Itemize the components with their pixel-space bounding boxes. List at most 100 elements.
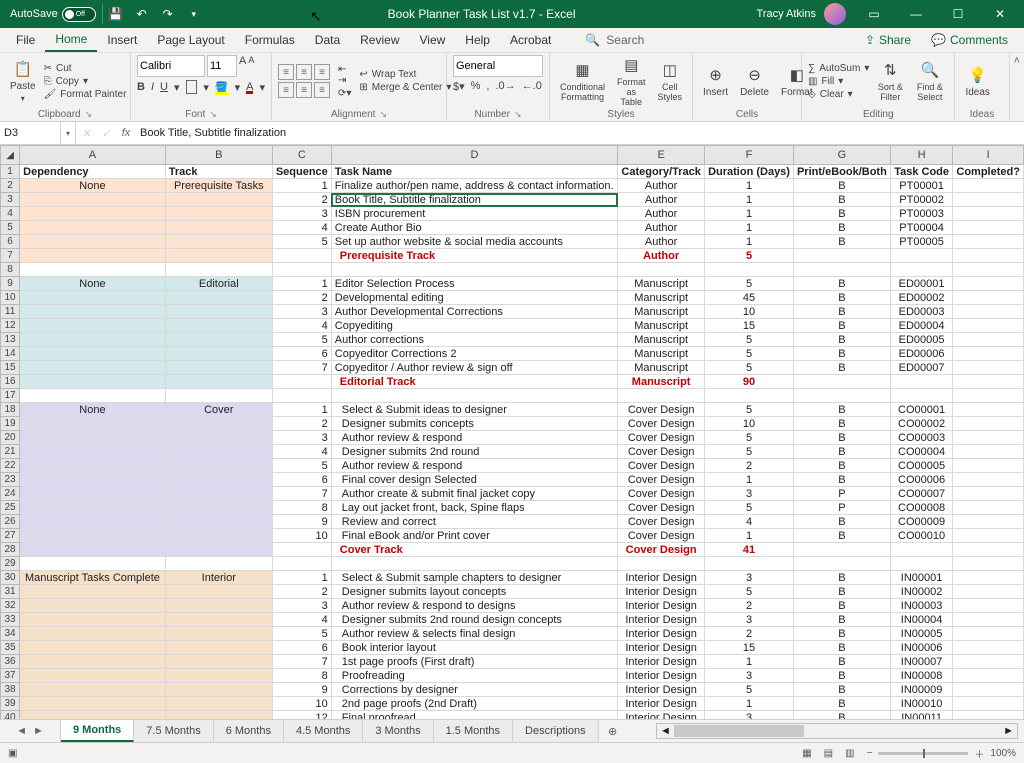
formula-input[interactable]: Book Title, Subtitle finalization xyxy=(136,127,1024,139)
table-row[interactable]: 323Author review & respond to designsInt… xyxy=(1,599,1024,613)
dialog-launcher-icon[interactable]: ↘ xyxy=(514,109,522,120)
sheet-tab[interactable]: 4.5 Months xyxy=(284,720,363,742)
table-row[interactable]: 3671st page proofs (First draft)Interior… xyxy=(1,655,1024,669)
menu-acrobat[interactable]: Acrobat xyxy=(500,28,561,52)
alignment-grid[interactable]: ≡≡≡≡≡≡ xyxy=(278,64,330,98)
shrink-font-icon[interactable]: A xyxy=(248,55,254,77)
grow-font-icon[interactable]: A xyxy=(239,55,246,77)
table-row[interactable]: 7Prerequisite TrackAuthor5 xyxy=(1,249,1024,263)
table-row[interactable]: 192Designer submits conceptsCover Design… xyxy=(1,417,1024,431)
column-headers[interactable]: ◢ABCDEFGHI xyxy=(1,146,1024,165)
table-row[interactable]: 39102nd page proofs (2nd Draft)Interior … xyxy=(1,697,1024,711)
bold-button[interactable]: B xyxy=(137,81,145,93)
header-row[interactable]: 1DependencyTrackSequenceTask NameCategor… xyxy=(1,165,1024,179)
autosave-toggle[interactable]: AutoSave Off xyxy=(4,4,103,24)
underline-button[interactable]: U xyxy=(160,81,168,93)
zoom-slider[interactable]: −＋100% xyxy=(867,746,1016,761)
table-row[interactable]: 65Set up author website & social media a… xyxy=(1,235,1024,249)
format-painter-button[interactable]: 🖌Format Painter xyxy=(44,89,127,100)
table-row[interactable]: 28Cover TrackCover Design41 xyxy=(1,543,1024,557)
table-row[interactable]: 334Designer submits 2nd round design con… xyxy=(1,613,1024,627)
menu-review[interactable]: Review xyxy=(350,28,409,52)
fx-icon[interactable]: fx xyxy=(116,127,136,139)
maximize-icon[interactable]: ☐ xyxy=(938,0,978,28)
orientation-button[interactable]: ⟳▾ xyxy=(338,88,351,99)
table-row[interactable]: 43ISBN procurementAuthor1BPT00003 xyxy=(1,207,1024,221)
horizontal-scrollbar[interactable]: ◄► xyxy=(656,723,1018,739)
cut-button[interactable]: ✂Cut xyxy=(44,63,127,74)
sheet-tab[interactable]: 6 Months xyxy=(214,720,284,742)
table-row[interactable]: 157Copyeditor / Author review & sign off… xyxy=(1,361,1024,375)
new-sheet-button[interactable]: ⊕ xyxy=(599,720,627,742)
table-row[interactable]: 29 xyxy=(1,557,1024,571)
insert-cells-button[interactable]: ⊕Insert xyxy=(699,65,732,98)
fill-button[interactable]: ▥Fill ▾ xyxy=(808,76,869,87)
user-avatar[interactable] xyxy=(824,3,846,25)
menu-view[interactable]: View xyxy=(410,28,456,52)
table-row[interactable]: 269Review and correctCover Design4BCO000… xyxy=(1,515,1024,529)
wrap-text-button[interactable]: ↩Wrap Text xyxy=(359,69,451,80)
find-select-button[interactable]: 🔍Find & Select xyxy=(911,60,948,102)
dialog-launcher-icon[interactable]: ↘ xyxy=(209,109,217,120)
table-row[interactable]: 18NoneCover1Select & Submit ideas to des… xyxy=(1,403,1024,417)
sheet-nav-buttons[interactable]: ◄► xyxy=(0,720,61,742)
table-row[interactable]: 17 xyxy=(1,389,1024,403)
table-row[interactable]: 54Create Author BioAuthor1BPT00004 xyxy=(1,221,1024,235)
dialog-launcher-icon[interactable]: ↘ xyxy=(379,109,387,120)
table-row[interactable]: 2710Final eBook and/or Print coverCover … xyxy=(1,529,1024,543)
sort-filter-button[interactable]: ⇅Sort & Filter xyxy=(873,60,907,102)
table-row[interactable]: 8 xyxy=(1,263,1024,277)
share-button[interactable]: ⇪Share xyxy=(855,28,921,52)
font-size-select[interactable] xyxy=(207,55,237,77)
enter-formula-icon[interactable]: ✓ xyxy=(96,127,116,140)
indent-buttons[interactable]: ⇤ ⇥ xyxy=(338,64,351,86)
collapse-ribbon-icon[interactable]: ˄ xyxy=(1014,55,1020,67)
user-name[interactable]: Tracy Atkins xyxy=(757,8,817,20)
delete-cells-button[interactable]: ⊖Delete xyxy=(736,65,773,98)
menu-file[interactable]: File xyxy=(6,28,45,52)
table-row[interactable]: 9NoneEditorial1Editor Selection ProcessM… xyxy=(1,277,1024,291)
table-row[interactable]: 214Designer submits 2nd roundCover Desig… xyxy=(1,445,1024,459)
ideas-button[interactable]: 💡Ideas xyxy=(961,65,993,98)
merge-center-button[interactable]: ⊞Merge & Center ▾ xyxy=(359,82,451,93)
table-row[interactable]: 203Author review & respondCover Design5B… xyxy=(1,431,1024,445)
paste-button[interactable]: 📋Paste▾ xyxy=(6,59,40,103)
table-row[interactable]: 16Editorial TrackManuscript90 xyxy=(1,375,1024,389)
clear-button[interactable]: ◇Clear ▾ xyxy=(808,89,869,100)
table-row[interactable]: 247Author create & submit final jacket c… xyxy=(1,487,1024,501)
sheet-tab[interactable]: 1.5 Months xyxy=(434,720,513,742)
table-row[interactable]: 124CopyeditingManuscript15BED00004 xyxy=(1,319,1024,333)
menu-data[interactable]: Data xyxy=(305,28,350,52)
table-row[interactable]: 135Author correctionsManuscript5BED00005 xyxy=(1,333,1024,347)
view-pagelayout-icon[interactable]: ▤ xyxy=(824,748,833,759)
menu-insert[interactable]: Insert xyxy=(97,28,147,52)
table-row[interactable]: 378ProofreadingInterior Design3BIN00008 xyxy=(1,669,1024,683)
view-normal-icon[interactable]: ▦ xyxy=(802,748,811,759)
menu-formulas[interactable]: Formulas xyxy=(235,28,305,52)
macro-record-icon[interactable]: ▣ xyxy=(8,748,17,759)
number-format-buttons[interactable]: $▾%,.0→←.0 xyxy=(453,80,543,93)
table-row[interactable]: 258Lay out jacket front, back, Spine fla… xyxy=(1,501,1024,515)
cancel-formula-icon[interactable]: ✕ xyxy=(76,127,96,140)
comments-button[interactable]: 💬Comments xyxy=(921,28,1018,52)
cell-styles-button[interactable]: ◫Cell Styles xyxy=(654,60,687,102)
table-row[interactable]: 225Author review & respondCover Design2B… xyxy=(1,459,1024,473)
close-icon[interactable]: ✕ xyxy=(980,0,1020,28)
table-row[interactable]: 30Manuscript Tasks CompleteInterior1Sele… xyxy=(1,571,1024,585)
sheet-tab[interactable]: Descriptions xyxy=(513,720,599,742)
conditional-formatting-button[interactable]: ▦Conditional Formatting xyxy=(556,60,609,102)
border-button[interactable] xyxy=(186,80,198,94)
ribbon-options-icon[interactable]: ▭ xyxy=(854,0,894,28)
table-row[interactable]: 236Final cover design SelectedCover Desi… xyxy=(1,473,1024,487)
menu-home[interactable]: Home xyxy=(45,28,97,52)
search-box[interactable]: 🔍Search xyxy=(585,28,644,52)
table-row[interactable]: 113Author Developmental CorrectionsManus… xyxy=(1,305,1024,319)
qat-customize-icon[interactable]: ▾ xyxy=(181,0,207,28)
format-as-table-button[interactable]: ▤Format as Table xyxy=(613,55,650,107)
undo-icon[interactable]: ↶ xyxy=(129,0,155,28)
name-box-dropdown[interactable]: ▾ xyxy=(61,122,76,144)
table-row[interactable]: 389Corrections by designerInterior Desig… xyxy=(1,683,1024,697)
table-row[interactable]: 345Author review & selects final designI… xyxy=(1,627,1024,641)
autosum-button[interactable]: ∑AutoSum ▾ xyxy=(808,63,869,74)
redo-icon[interactable]: ↷ xyxy=(155,0,181,28)
